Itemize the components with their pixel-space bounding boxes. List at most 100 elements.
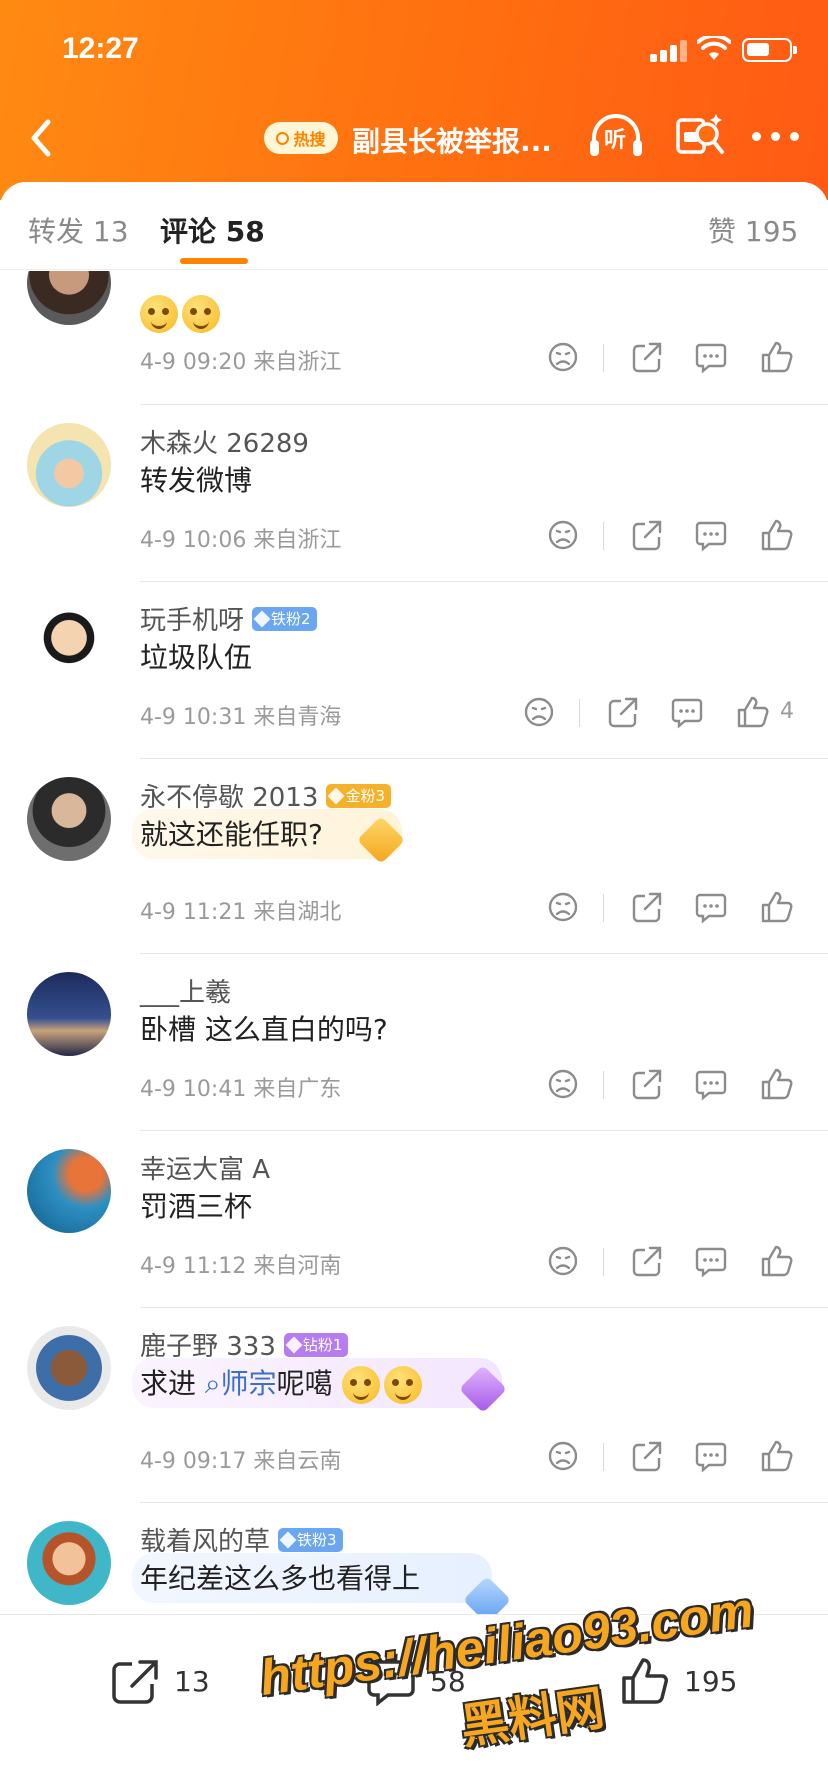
comment-item: 玩手机呀 铁粉2 垃圾队伍 4-9 10:31 来自青海 4 [0,582,828,759]
tab-repost[interactable]: 转发 13 [28,210,129,250]
signal-icon [650,40,688,62]
tab-bar: 转发 13 评论 58 赞 195 [0,182,828,270]
dislike-button[interactable] [546,340,580,374]
dislike-button[interactable] [522,695,556,729]
hot-badge-label: 热搜 [293,130,326,149]
red-packet-search-icon[interactable] [674,110,726,162]
comment-author[interactable]: 玩手机呀 铁粉2 [140,600,317,637]
like-button[interactable] [760,890,794,924]
diamond-icon [285,1336,303,1353]
reply-button[interactable] [694,1439,728,1473]
reply-button[interactable] [694,1244,728,1278]
comment-meta: 4-9 11:21 来自湖北 [140,900,342,925]
listen-button[interactable]: 听 [588,112,644,162]
comment-text: 就这还能任职? [140,818,323,851]
diamond-icon [279,1531,297,1548]
reply-button[interactable] [694,340,728,374]
comment-button[interactable]: 58 [366,1653,466,1709]
share-button[interactable] [606,695,640,729]
comment-actions [546,1067,828,1107]
comment-text: 卧槽 这么直白的吗? [140,1013,388,1046]
dislike-button[interactable] [546,1439,580,1473]
fan-badge: 铁粉2 [252,606,317,631]
comment-count: 58 [430,1664,466,1698]
dislike-button[interactable] [546,890,580,924]
like-button[interactable] [760,1067,794,1101]
like-button[interactable] [760,340,794,374]
action-separator [603,894,604,922]
fan-badge: 铁粉3 [278,1527,343,1552]
comment-list[interactable]: 4-9 09:20 来自浙江 木森火 26289 转发微博 4-9 10:06 … [0,271,828,1614]
share-button[interactable] [630,1439,664,1473]
comment-author[interactable]: 木森火 26289 [140,423,309,460]
avatar[interactable] [27,1149,111,1233]
like-button[interactable] [760,518,794,552]
hot-search-badge[interactable]: 热搜 [264,122,338,154]
comment-actions [546,518,828,558]
comment-actions [546,1439,828,1479]
avatar[interactable] [27,1521,111,1605]
avatar[interactable] [27,1326,111,1410]
share-button[interactable] [630,1067,664,1101]
repost-button[interactable]: 13 [110,1653,210,1709]
page-title: 副县长被举报... [352,125,552,158]
share-button[interactable] [630,1244,664,1278]
avatar[interactable] [27,423,111,507]
avatar[interactable] [27,972,111,1056]
more-options-button[interactable] [752,130,800,146]
emoji-icon [182,295,220,333]
comment-author[interactable]: 幸运大富 A [140,1149,270,1186]
search-icon [276,131,290,145]
action-separator [603,344,604,372]
like-button[interactable]: 195 [620,1653,737,1709]
comment-meta: 4-9 09:17 来自云南 [140,1449,342,1474]
tab-comments[interactable]: 评论 58 [160,210,265,250]
comment-emojis [140,295,224,333]
dislike-button[interactable] [546,518,580,552]
comment-actions [546,890,828,930]
dislike-button[interactable] [546,1244,580,1278]
comment-item: 4-9 09:20 来自浙江 [0,271,828,405]
comment-meta: 4-9 10:41 来自广东 [140,1077,342,1102]
reply-button[interactable] [694,1067,728,1101]
comment-item: 幸运大富 A 罚酒三杯 4-9 11:12 来自河南 [0,1131,828,1308]
nav-bar: 热搜 副县长被举报... 听 [0,108,828,168]
comment-text: 求进 ⌕师宗呢噶 [140,1362,426,1404]
topic-link[interactable]: ⌕师宗 [205,1367,277,1400]
comment-like-count: 4 [780,699,794,724]
share-button[interactable] [630,890,664,924]
like-count: 195 [684,1664,738,1698]
fan-badge: 金粉3 [326,783,391,808]
comment-meta: 4-9 11:12 来自河南 [140,1254,342,1279]
wifi-icon [697,36,731,60]
tab-likes[interactable]: 赞 195 [708,210,798,250]
like-button[interactable] [760,1439,794,1473]
share-button[interactable] [630,340,664,374]
like-button[interactable] [760,1244,794,1278]
share-button[interactable] [630,518,664,552]
back-button[interactable] [22,114,62,162]
repost-count: 13 [174,1664,210,1698]
comment-icon [367,1660,415,1706]
comment-meta: 4-9 10:06 来自浙江 [140,528,342,553]
avatar[interactable] [27,271,111,325]
action-separator [603,1248,604,1276]
like-button[interactable] [736,695,770,729]
comment-actions: 4 [522,695,812,735]
battery-icon [742,38,797,62]
comment-text: 转发微博 [140,464,253,497]
emoji-icon [140,295,178,333]
reply-button[interactable] [694,890,728,924]
avatar[interactable] [27,600,111,684]
header: 12:27 热搜 副县长被举报... 听 [0,0,828,200]
bottom-action-bar: 13 58 195 [0,1614,828,1792]
reply-button[interactable] [670,695,704,729]
comment-author[interactable]: ___上羲 [140,972,231,1009]
dislike-button[interactable] [546,1067,580,1101]
comment-actions [546,340,828,380]
avatar[interactable] [27,777,111,861]
action-separator [603,1443,604,1471]
reply-button[interactable] [694,518,728,552]
comment-item: 木森火 26289 转发微博 4-9 10:06 来自浙江 [0,405,828,582]
tab-active-indicator [180,258,248,264]
